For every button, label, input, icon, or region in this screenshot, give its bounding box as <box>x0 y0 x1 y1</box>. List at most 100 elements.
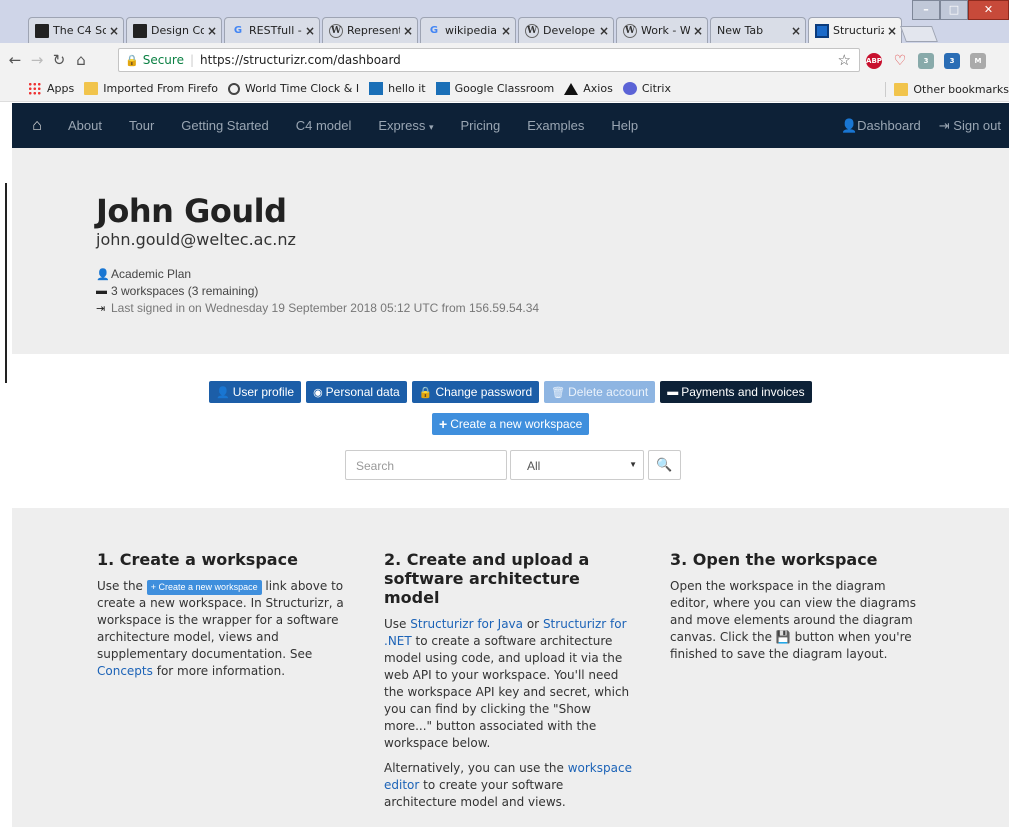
workspace-filter-select[interactable]: All ▼ <box>510 450 644 480</box>
tab-close-icon[interactable]: × <box>599 24 609 38</box>
change-password-button[interactable]: 🔒 Change password <box>411 381 540 403</box>
browser-toolbar: ← → ↻ ⌂ 🔒 Secure | https://structurizr.c… <box>0 43 1009 76</box>
page-favicon-icon <box>35 23 49 38</box>
concepts-link[interactable]: Concepts <box>97 664 153 678</box>
step-3: 3. Open the workspace Open the workspace… <box>670 550 922 671</box>
tab-close-icon[interactable]: × <box>501 24 511 38</box>
address-bar[interactable]: 🔒 Secure | https://structurizr.com/dashb… <box>118 48 860 72</box>
nav-link-pricing[interactable]: Pricing <box>461 118 501 133</box>
tab-title: Structuriz <box>833 24 884 37</box>
url-text[interactable]: https://structurizr.com/dashboard <box>200 53 401 67</box>
google-icon: G <box>429 25 439 36</box>
nav-link-dashboard[interactable]: 👤Dashboard <box>841 118 921 134</box>
workspace-count: ▬ 3 workspaces (3 remaining) <box>96 284 258 298</box>
bookmark-apps[interactable]: Apps <box>28 82 74 95</box>
maximize-window-button[interactable]: □ <box>940 0 968 20</box>
step-3-text: Open the workspace in the diagram editor… <box>670 578 922 663</box>
heart-extension-icon[interactable]: ♡ <box>892 53 908 69</box>
bookmark-item[interactable]: Google Classroom <box>435 82 555 95</box>
eye-icon: ◉ <box>313 386 323 399</box>
tab-close-icon[interactable]: × <box>791 24 801 38</box>
browser-tab[interactable]: Design Co × <box>126 17 222 43</box>
browser-tab[interactable]: G wikipedia × <box>420 17 516 43</box>
tab-close-icon[interactable]: × <box>207 24 217 38</box>
workspace-count-label: 3 workspaces (3 remaining) <box>111 284 259 298</box>
caret-down-icon: ▾ <box>428 122 434 132</box>
nav-link-c4-model[interactable]: C4 model <box>296 118 352 133</box>
nav-link-express[interactable]: Express ▾ <box>378 118 433 133</box>
delete-account-button[interactable]: 🗑 Delete account <box>544 381 656 403</box>
classroom-icon <box>369 82 384 95</box>
account-actions: 👤 User profile ◉ Personal data 🔒 Change … <box>12 354 1009 508</box>
nav-link-about[interactable]: About <box>68 118 102 133</box>
nav-link-getting-started[interactable]: Getting Started <box>181 118 268 133</box>
nav-link-tour[interactable]: Tour <box>129 118 154 133</box>
tab-close-icon[interactable]: × <box>305 24 315 38</box>
payments-invoices-button[interactable]: ▬ Payments and invoices <box>660 381 812 403</box>
create-workspace-button[interactable]: + Create a new workspace <box>432 413 590 435</box>
nav-link-examples[interactable]: Examples <box>527 118 584 133</box>
browser-tab[interactable]: W Work - W × <box>616 17 708 43</box>
bookmark-item[interactable]: Citrix <box>622 82 671 95</box>
bookmark-label: hello it <box>388 82 426 95</box>
browser-tab[interactable]: W Represent × <box>322 17 418 43</box>
user-email: john.gould@weltec.ac.nz <box>96 230 296 249</box>
folder-icon <box>894 83 909 96</box>
search-input[interactable]: Search <box>345 450 507 480</box>
filter-selected-value: All <box>527 459 541 473</box>
bookmark-item[interactable]: Axios <box>564 82 613 95</box>
bookmark-label: World Time Clock & I <box>244 82 360 95</box>
bookmark-folder[interactable]: Imported From Firefo <box>84 82 218 95</box>
structurizr-java-link[interactable]: Structurizr for Java <box>410 617 523 631</box>
tab-close-icon[interactable]: × <box>109 24 119 38</box>
browser-tab-active[interactable]: Structuriz × <box>808 17 902 43</box>
classroom-icon <box>435 82 450 95</box>
user-profile-label: User profile <box>232 385 295 399</box>
extension-badge-icon[interactable]: 3 <box>944 53 960 69</box>
minimize-window-button[interactable]: – <box>912 0 940 20</box>
extension-badge-icon[interactable]: 3 <box>918 53 934 69</box>
new-tab-button[interactable] <box>900 26 938 42</box>
gmail-extension-icon[interactable]: M <box>970 53 986 69</box>
browser-tab[interactable]: The C4 Sc × <box>28 17 124 43</box>
inline-create-workspace-button[interactable]: + Create a new workspace <box>146 580 262 595</box>
plan-label: Academic Plan <box>111 267 192 281</box>
trash-icon: 🗑 <box>551 386 566 399</box>
tab-title: New Tab <box>717 24 764 37</box>
bookmark-star-icon[interactable]: ☆ <box>838 51 851 69</box>
step-1-text-lead: Use the <box>97 579 143 593</box>
sign-in-icon: ⇥ <box>96 302 106 315</box>
step-2-text-lead: Use <box>384 617 407 631</box>
browser-tab[interactable]: W Develope × <box>518 17 614 43</box>
browser-tab[interactable]: New Tab × <box>710 17 806 43</box>
reload-icon[interactable]: ↻ <box>48 51 70 69</box>
bookmark-item[interactable]: hello it <box>369 82 426 95</box>
adblock-extension-icon[interactable]: ABP <box>866 53 882 69</box>
getting-started-steps: 1. Create a workspace Use the + Create a… <box>12 508 1009 827</box>
wikipedia-icon: W <box>525 23 539 38</box>
search-button[interactable]: 🔍 <box>648 450 681 480</box>
folder-icon <box>84 82 99 95</box>
bookmark-label: Google Classroom <box>454 82 555 95</box>
home-icon[interactable]: ⌂ <box>70 51 92 69</box>
delete-account-label: Delete account <box>568 385 649 399</box>
create-workspace-label: Create a new workspace <box>450 417 583 431</box>
last-signed-in-label: Last signed in on Wednesday 19 September… <box>111 301 540 315</box>
browser-tab[interactable]: G RESTfull - × <box>224 17 320 43</box>
other-bookmarks[interactable]: Other bookmarks <box>885 82 1009 97</box>
personal-data-button[interactable]: ◉ Personal data <box>306 381 407 403</box>
dashboard-label: Dashboard <box>857 117 921 133</box>
tab-close-icon[interactable]: × <box>403 24 413 38</box>
structurizr-icon <box>815 23 829 38</box>
bookmark-label: Axios <box>583 82 613 95</box>
bookmark-item[interactable]: World Time Clock & I <box>227 82 360 95</box>
home-icon[interactable]: ⌂ <box>20 117 54 135</box>
back-arrow-icon[interactable]: ← <box>4 51 26 69</box>
nav-link-help[interactable]: Help <box>611 118 638 133</box>
nav-link-sign-out[interactable]: ⇥ Sign out <box>939 118 1001 134</box>
tab-close-icon[interactable]: × <box>693 24 703 38</box>
forward-arrow-icon[interactable]: → <box>26 51 48 69</box>
close-window-button[interactable]: ✕ <box>968 0 1009 20</box>
tab-close-icon[interactable]: × <box>887 24 897 38</box>
user-profile-button[interactable]: 👤 User profile <box>209 381 302 403</box>
